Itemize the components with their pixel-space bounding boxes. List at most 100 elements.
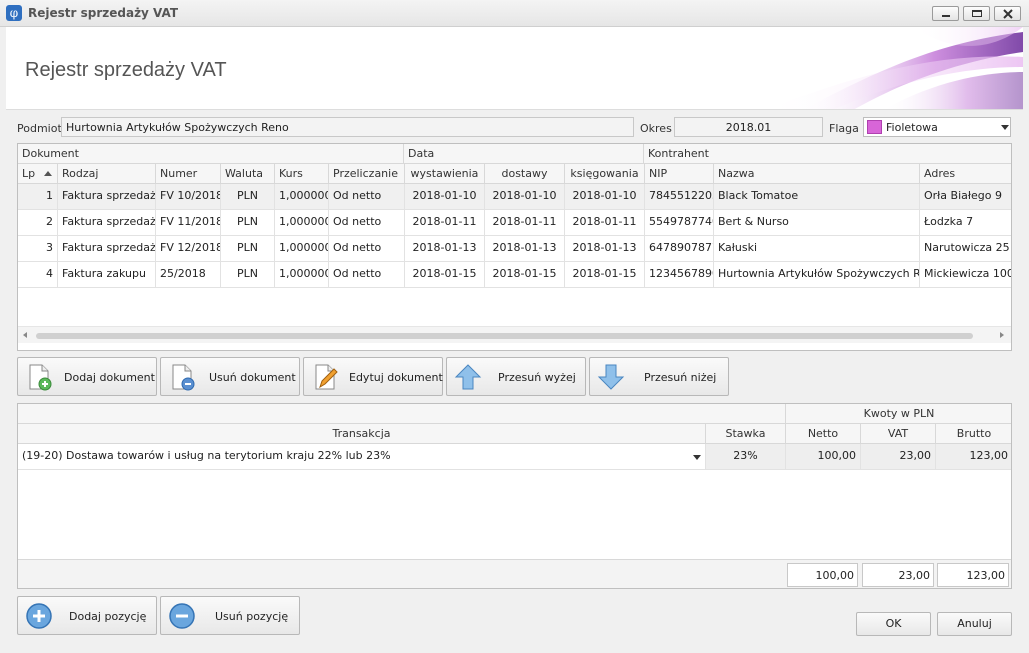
column-header-ksiegowania[interactable]: księgowania bbox=[565, 164, 645, 184]
group-header-data: Data bbox=[404, 144, 644, 164]
cell-ksiegowania[interactable]: 2018-01-15 bbox=[565, 262, 645, 288]
edit-document-button[interactable]: Edytuj dokument bbox=[303, 357, 443, 396]
cell-dostawy[interactable]: 2018-01-11 bbox=[485, 210, 565, 236]
cell-numer[interactable]: FV 12/2018 bbox=[156, 236, 221, 262]
maximize-icon bbox=[972, 10, 982, 17]
minus-circle-icon bbox=[169, 603, 195, 629]
cell-rodzaj[interactable]: Faktura sprzedaży bbox=[58, 210, 156, 236]
cell-waluta[interactable]: PLN bbox=[221, 210, 275, 236]
transakcja-select[interactable]: (19-20) Dostawa towarów i usług na teryt… bbox=[18, 444, 706, 470]
cell-numer[interactable]: FV 10/2018 bbox=[156, 184, 221, 210]
cell-nazwa[interactable]: Bert & Nurso bbox=[714, 210, 920, 236]
documents-grid: Dokument Data Kontrahent Lp Rodzaj Numer Wa… bbox=[17, 143, 1012, 351]
cell-waluta[interactable]: PLN bbox=[221, 262, 275, 288]
okres-label: Okres bbox=[640, 122, 672, 135]
remove-item-button[interactable]: Usuń pozycję bbox=[160, 596, 300, 635]
column-header-rodzaj[interactable]: Rodzaj bbox=[58, 164, 156, 184]
scroll-right-icon[interactable] bbox=[1000, 332, 1004, 338]
remove-document-button[interactable]: Usuń dokument bbox=[160, 357, 300, 396]
minimize-button[interactable] bbox=[932, 6, 959, 21]
cell-nip[interactable]: 1234567890 bbox=[645, 262, 714, 288]
cell-nip[interactable]: 6478907877 bbox=[645, 236, 714, 262]
cell-przeliczanie[interactable]: Od netto bbox=[329, 262, 405, 288]
cell-waluta[interactable]: PLN bbox=[221, 184, 275, 210]
cell-ksiegowania[interactable]: 2018-01-13 bbox=[565, 236, 645, 262]
maximize-button[interactable] bbox=[963, 6, 990, 21]
netto-cell[interactable]: 100,00 bbox=[786, 444, 861, 470]
cell-lp[interactable]: 1 bbox=[18, 184, 58, 210]
stawka-cell[interactable]: 23% bbox=[706, 444, 786, 470]
cell-rodzaj[interactable]: Faktura sprzedaży bbox=[58, 184, 156, 210]
cell-adres[interactable]: Łodzka 7 bbox=[920, 210, 1011, 236]
cell-wystawienia[interactable]: 2018-01-15 bbox=[405, 262, 485, 288]
podmiot-field[interactable]: Hurtownia Artykułów Spożywczych Reno bbox=[61, 117, 634, 137]
scroll-left-icon[interactable] bbox=[23, 332, 27, 338]
scrollbar-thumb[interactable] bbox=[36, 333, 973, 339]
cell-kurs[interactable]: 1,000000 bbox=[275, 236, 329, 262]
horizontal-scrollbar[interactable] bbox=[18, 326, 1011, 343]
column-header-przeliczanie[interactable]: Przeliczanie bbox=[329, 164, 405, 184]
add-document-button[interactable]: Dodaj dokument bbox=[17, 357, 157, 396]
cell-lp[interactable]: 2 bbox=[18, 210, 58, 236]
column-header-dostawy[interactable]: dostawy bbox=[485, 164, 565, 184]
move-down-button[interactable]: Przesuń niżej bbox=[589, 357, 729, 396]
cell-rodzaj[interactable]: Faktura zakupu bbox=[58, 262, 156, 288]
cell-przeliczanie[interactable]: Od netto bbox=[329, 210, 405, 236]
cell-wystawienia[interactable]: 2018-01-13 bbox=[405, 236, 485, 262]
cell-numer[interactable]: 25/2018 bbox=[156, 262, 221, 288]
column-header-wystawienia[interactable]: wystawienia bbox=[405, 164, 485, 184]
ok-button[interactable]: OK bbox=[856, 612, 931, 636]
cell-numer[interactable]: FV 11/2018 bbox=[156, 210, 221, 236]
cancel-button[interactable]: Anuluj bbox=[937, 612, 1012, 636]
cell-ksiegowania[interactable]: 2018-01-10 bbox=[565, 184, 645, 210]
okres-field[interactable]: 2018.01 bbox=[674, 117, 823, 137]
cell-rodzaj[interactable]: Faktura sprzedaży bbox=[58, 236, 156, 262]
cell-nip[interactable]: 5549787740 bbox=[645, 210, 714, 236]
cell-dostawy[interactable]: 2018-01-15 bbox=[485, 262, 565, 288]
cell-ksiegowania[interactable]: 2018-01-11 bbox=[565, 210, 645, 236]
arrow-up-icon bbox=[454, 364, 482, 390]
cell-nazwa[interactable]: Kałuski bbox=[714, 236, 920, 262]
cell-lp[interactable]: 3 bbox=[18, 236, 58, 262]
cell-wystawienia[interactable]: 2018-01-10 bbox=[405, 184, 485, 210]
column-header-adres[interactable]: Adres bbox=[920, 164, 1011, 184]
remove-item-label: Usuń pozycję bbox=[215, 610, 289, 623]
sort-ascending-icon bbox=[44, 171, 52, 176]
chevron-down-icon bbox=[693, 455, 701, 460]
column-header-numer[interactable]: Numer bbox=[156, 164, 221, 184]
column-header-nip[interactable]: NIP bbox=[645, 164, 714, 184]
column-header-lp[interactable]: Lp bbox=[18, 164, 58, 184]
cell-przeliczanie[interactable]: Od netto bbox=[329, 236, 405, 262]
brutto-cell[interactable]: 123,00 bbox=[936, 444, 1011, 470]
cell-dostawy[interactable]: 2018-01-13 bbox=[485, 236, 565, 262]
cell-kurs[interactable]: 1,000000 bbox=[275, 210, 329, 236]
cell-kurs[interactable]: 1,000000 bbox=[275, 184, 329, 210]
flaga-select[interactable]: Fioletowa bbox=[863, 117, 1011, 137]
items-grid: Kwoty w PLN Transakcja Stawka Netto VAT … bbox=[17, 403, 1012, 589]
edit-document-icon bbox=[315, 364, 338, 390]
cell-nazwa[interactable]: Hurtownia Artykułów Spożywczych Reno bbox=[714, 262, 920, 288]
add-item-button[interactable]: Dodaj pozycję bbox=[17, 596, 157, 635]
cell-kurs[interactable]: 1,000000 bbox=[275, 262, 329, 288]
column-header-nazwa[interactable]: Nazwa bbox=[714, 164, 920, 184]
cell-nip[interactable]: 7845512205 bbox=[645, 184, 714, 210]
vat-cell[interactable]: 23,00 bbox=[861, 444, 936, 470]
cell-wystawienia[interactable]: 2018-01-11 bbox=[405, 210, 485, 236]
cell-przeliczanie[interactable]: Od netto bbox=[329, 184, 405, 210]
add-document-label: Dodaj dokument bbox=[64, 371, 155, 384]
cell-adres[interactable]: Narutowicza 25 bbox=[920, 236, 1011, 262]
close-button[interactable] bbox=[994, 6, 1021, 21]
move-up-button[interactable]: Przesuń wyżej bbox=[446, 357, 586, 396]
cell-waluta[interactable]: PLN bbox=[221, 236, 275, 262]
column-header-kurs[interactable]: Kurs bbox=[275, 164, 329, 184]
column-header-waluta[interactable]: Waluta bbox=[221, 164, 275, 184]
header-banner: Rejestr sprzedaży VAT bbox=[6, 27, 1023, 110]
group-header-kwoty: Kwoty w PLN bbox=[786, 404, 1011, 424]
cell-adres[interactable]: Orła Białego 9 bbox=[920, 184, 1011, 210]
cell-nazwa[interactable]: Black Tomatoe bbox=[714, 184, 920, 210]
cell-dostawy[interactable]: 2018-01-10 bbox=[485, 184, 565, 210]
cell-adres[interactable]: Mickiewicza 100/1 bbox=[920, 262, 1011, 288]
arrow-down-icon bbox=[597, 364, 625, 390]
minimize-icon bbox=[942, 15, 950, 17]
cell-lp[interactable]: 4 bbox=[18, 262, 58, 288]
